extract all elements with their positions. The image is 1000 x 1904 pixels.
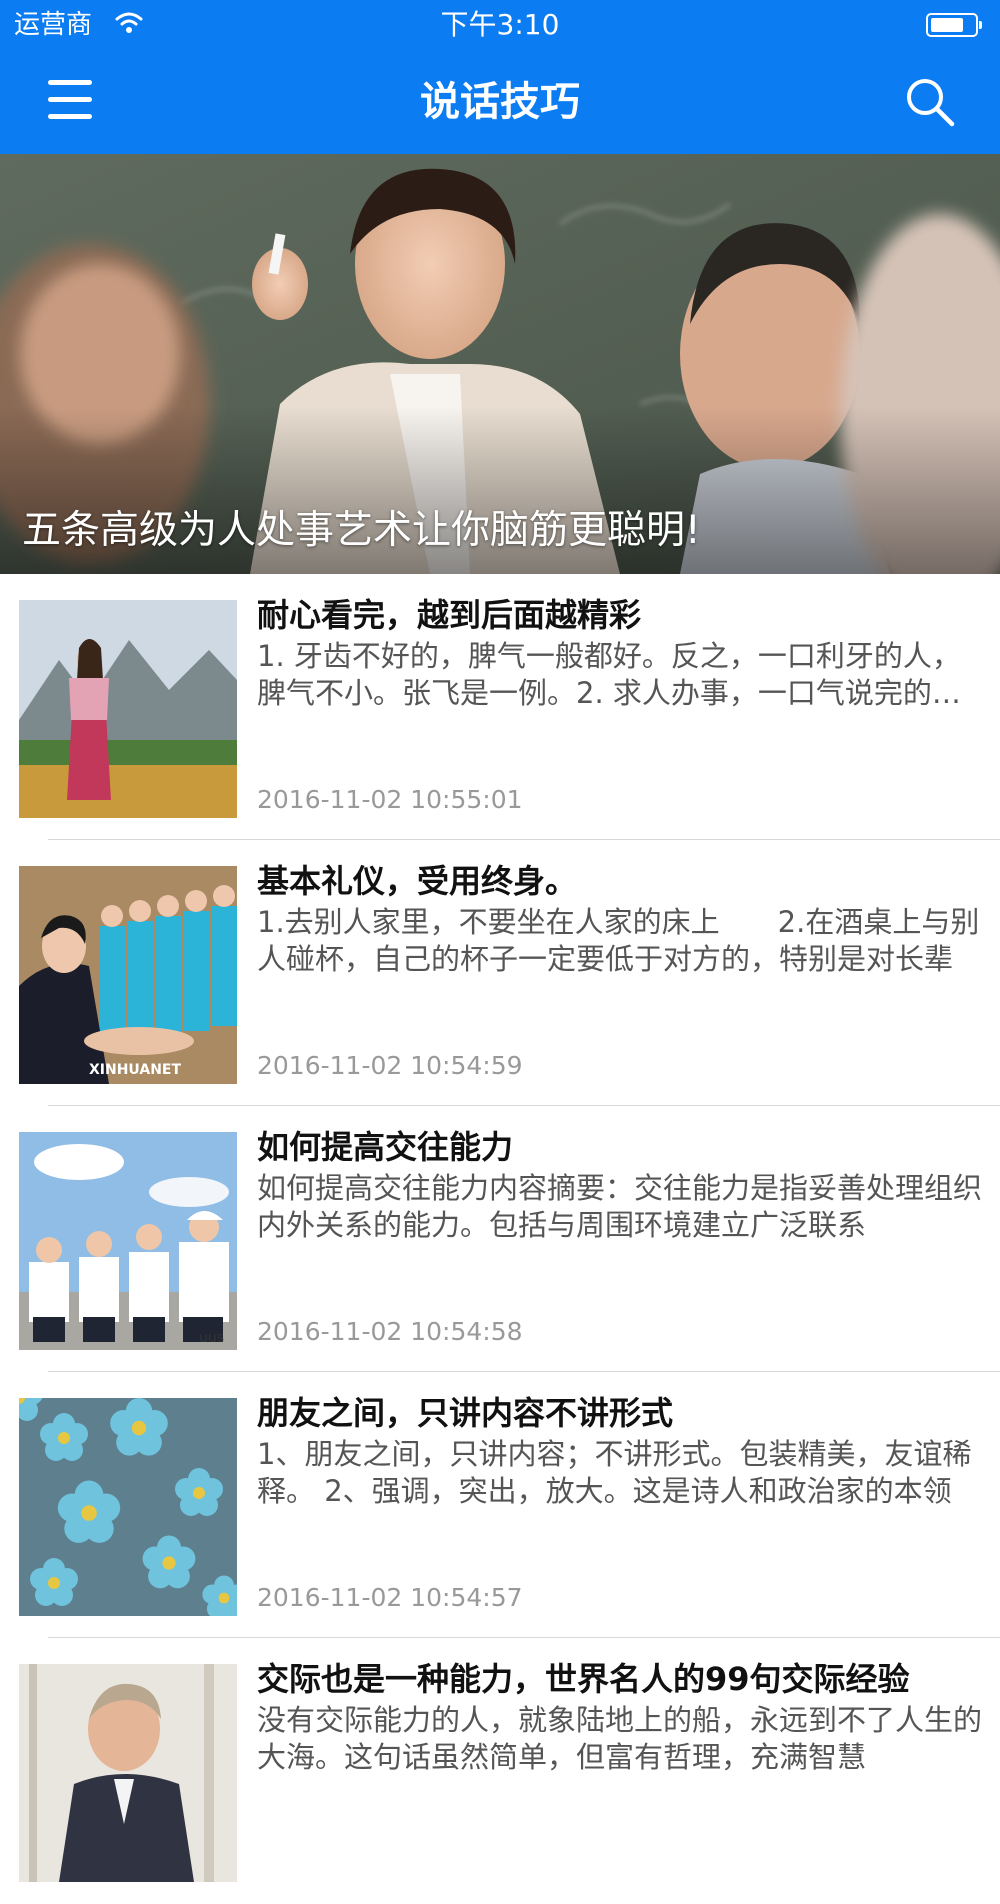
article-title: 如何提高交往能力 — [257, 1128, 514, 1166]
article-title: 朋友之间，只讲内容不讲形式 — [257, 1394, 674, 1432]
article-date: 2016-11-02 10:54:57 — [257, 1583, 523, 1612]
article-title: 耐心看完，越到后面越精彩 — [257, 596, 642, 634]
banner-title: 五条高级为人处事艺术让你脑筋更聪明! — [22, 508, 701, 553]
article-title: 基本礼仪，受用终身。 — [257, 862, 578, 900]
battery-icon — [926, 13, 982, 37]
article-date: 2016-11-02 10:54:58 — [257, 1317, 523, 1346]
nav-bar: 说话技巧 — [0, 50, 1000, 154]
list-item[interactable]: 朋友之间，只讲内容不讲形式 1、朋友之间，只讲内容；不讲形式。包装精美，友谊稀释… — [0, 1372, 1000, 1638]
top-bar: 运营商 下午3:10 说话技巧 — [0, 0, 1000, 154]
article-title: 交际也是一种能力，世界名人的99句交际经验 — [257, 1660, 910, 1698]
article-summary: 1. 牙齿不好的，脾气一般都好。反之，一口利牙的人，脾气不小。张飞是一例。2. … — [257, 639, 961, 710]
list-item[interactable]: uus 如何提高交往能力 如何提高交往能力内容摘要：交往能力是指妥善处理组织内外… — [0, 1106, 1000, 1372]
article-thumbnail — [19, 1664, 237, 1882]
featured-banner[interactable]: 五条高级为人处事艺术让你脑筋更聪明! — [0, 154, 1000, 574]
article-thumbnail — [19, 600, 237, 818]
search-icon[interactable] — [902, 74, 958, 130]
list-item[interactable]: 耐心看完，越到后面越精彩 1. 牙齿不好的，脾气一般都好。反之，一口利牙的人，脾… — [0, 574, 1000, 840]
svg-text:XINHUANET: XINHUANET — [89, 1062, 181, 1078]
status-bar: 运营商 下午3:10 — [0, 0, 1000, 50]
article-summary: 没有交际能力的人，就象陆地上的船，永远到不了人生的大海。这句话虽然简单，但富有哲… — [257, 1703, 983, 1774]
article-thumbnail: XINHUANET — [19, 866, 237, 1084]
svg-text:uus: uus — [199, 1330, 224, 1346]
list-item[interactable]: XINHUANET 基本礼仪，受用终身。 1.去别人家里，不要坐在人家的床上 2… — [0, 840, 1000, 1106]
article-summary: 如何提高交往能力内容摘要：交往能力是指妥善处理组织内外关系的能力。包括与周围环境… — [257, 1171, 983, 1242]
article-summary: 1.去别人家里，不要坐在人家的床上 2.在酒桌上与别人碰杯，自己的杯子一定要低于… — [257, 905, 980, 976]
article-date: 2016-11-02 10:55:01 — [257, 785, 523, 814]
status-time: 下午3:10 — [440, 8, 560, 41]
article-thumbnail: uus — [19, 1132, 237, 1350]
article-thumbnail — [19, 1398, 237, 1616]
page-title: 说话技巧 — [420, 79, 580, 125]
article-date: 2016-11-02 10:54:59 — [257, 1051, 523, 1080]
article-summary: 1、朋友之间，只讲内容；不讲形式。包装精美，友谊稀释。 2、强调，突出，放大。这… — [257, 1437, 972, 1508]
list-item[interactable]: 交际也是一种能力，世界名人的99句交际经验 没有交际能力的人，就象陆地上的船，永… — [0, 1638, 1000, 1904]
